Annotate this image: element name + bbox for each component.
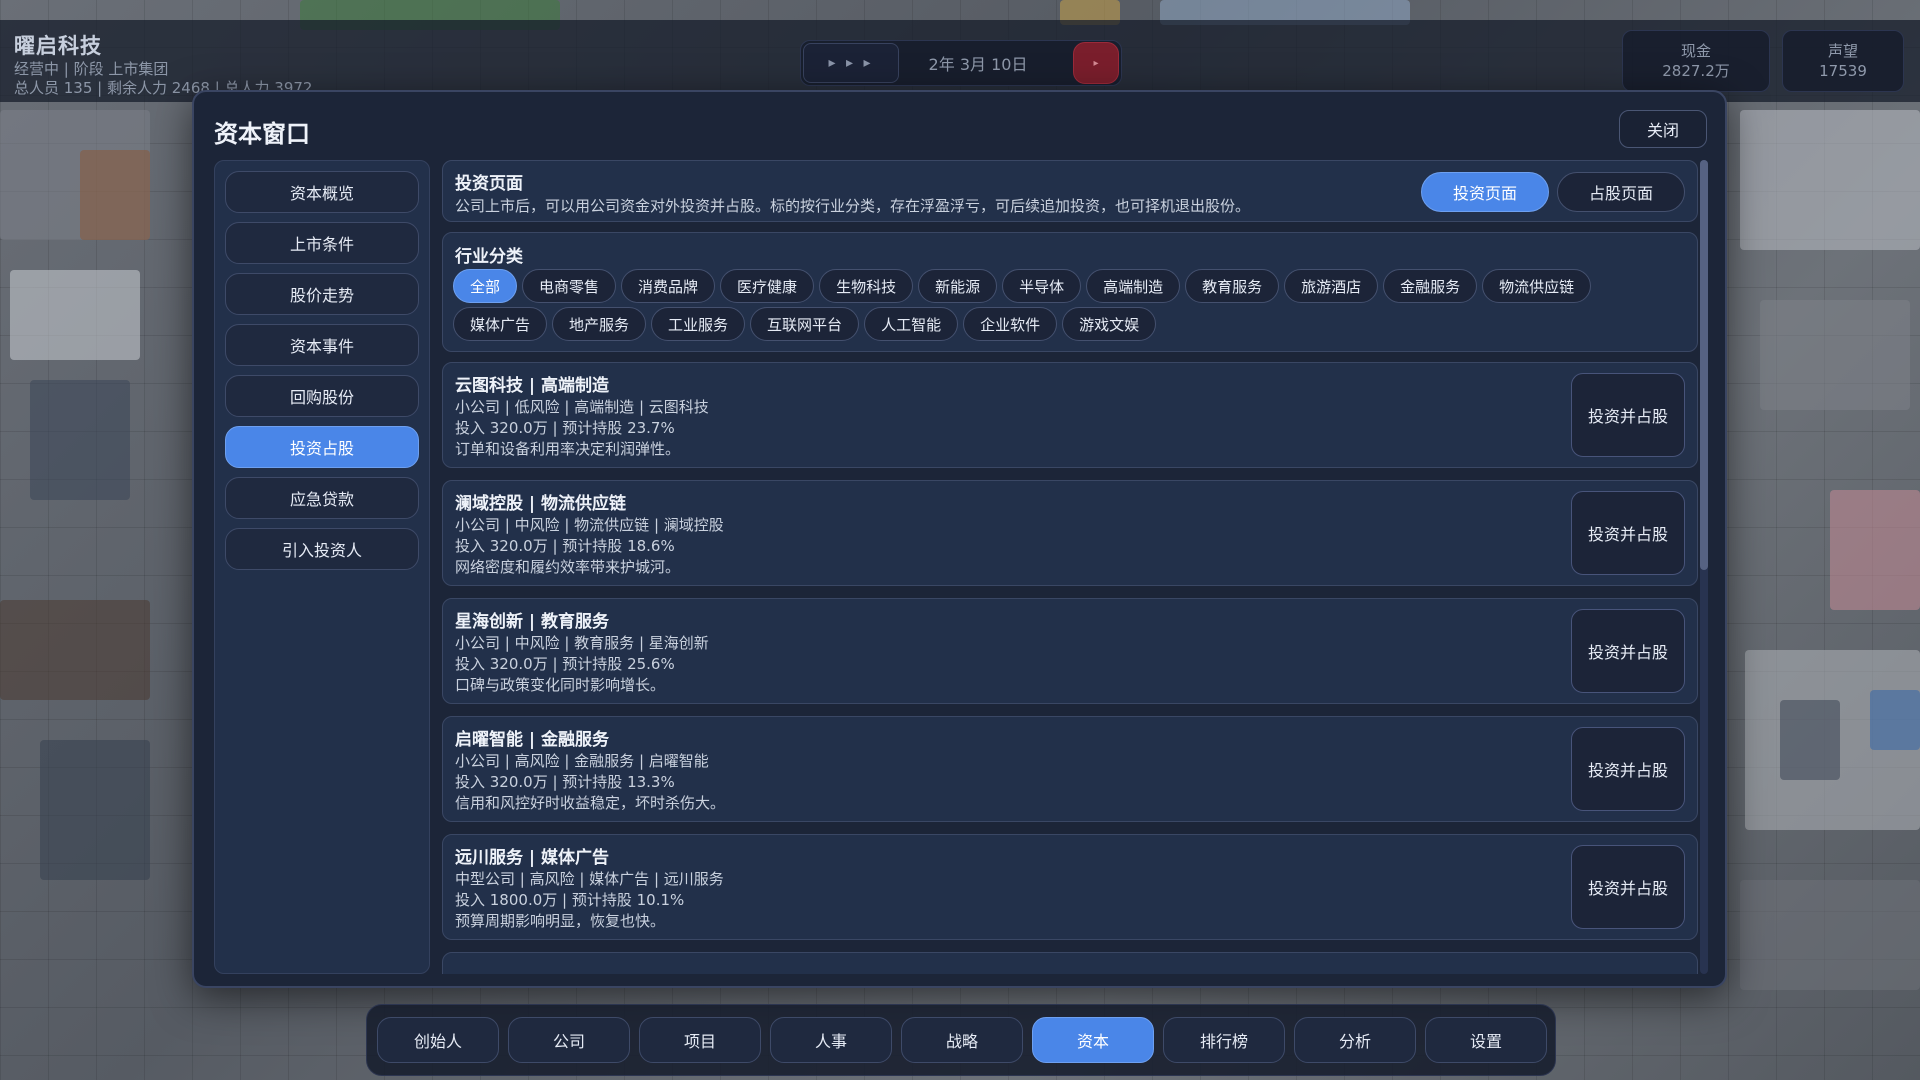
industry-chip[interactable]: 媒体广告: [453, 307, 548, 341]
investment-meta: 小公司 | 低风险 | 高端制造 | 云图科技: [455, 398, 709, 416]
company-status: 经营中 | 阶段 上市集团: [14, 60, 169, 78]
investment-title: 星海创新 | 教育服务: [455, 612, 610, 632]
nav-projects[interactable]: 项目: [639, 1017, 761, 1063]
content-scrollbar[interactable]: [1700, 160, 1708, 974]
investment-card: 澜域控股 | 物流供应链 小公司 | 中风险 | 物流供应链 | 澜域控股 投入…: [442, 480, 1698, 586]
investment-content[interactable]: 投资页面 公司上市后，可以用公司资金对外投资并占股。标的按行业分类，存在浮盈浮亏…: [442, 160, 1700, 974]
investment-note: 口碑与政策变化同时影响增长。: [455, 676, 666, 694]
nav-company[interactable]: 公司: [508, 1017, 630, 1063]
company-info: 曜启科技 经营中 | 阶段 上市集团 总人员 135 | 剩余人力 2468 |…: [14, 30, 312, 98]
investment-meta: 小公司 | 中风险 | 物流供应链 | 澜域控股: [455, 516, 724, 534]
industry-chip[interactable]: 医疗健康: [720, 269, 815, 303]
investment-meta: 小公司 | 中风险 | 教育服务 | 星海创新: [455, 634, 709, 652]
cash-value: 2827.2万: [1662, 62, 1730, 80]
play-icon: ▸: [1093, 57, 1099, 69]
reputation-label: 声望: [1827, 42, 1858, 60]
speed-button[interactable]: ▸ ▸ ▸: [803, 43, 899, 83]
investment-meta: 小公司 | 高风险 | 金融服务 | 启曜智能: [455, 752, 709, 770]
investment-card: 远川服务 | 媒体广告 中型公司 | 高风险 | 媒体广告 | 远川服务 投入 …: [442, 834, 1698, 940]
reputation-stat: 声望 17539: [1782, 30, 1904, 92]
modal-title: 资本窗口: [214, 120, 310, 148]
investment-card: 启曜智能 | 金融服务 小公司 | 高风险 | 金融服务 | 启曜智能 投入 3…: [442, 716, 1698, 822]
industry-title: 行业分类: [455, 247, 523, 267]
industry-chip[interactable]: 新能源: [918, 269, 998, 303]
industry-chip[interactable]: 电商零售: [522, 269, 617, 303]
nav-leaderboard[interactable]: 排行榜: [1163, 1017, 1285, 1063]
industry-chip[interactable]: 物流供应链: [1482, 269, 1592, 303]
play-pause-button[interactable]: ▸: [1073, 42, 1119, 84]
bottom-nav: 创始人 公司 项目 人事 战略 资本 排行榜 分析 设置: [366, 1004, 1556, 1076]
investment-note: 信用和风控好时收益稳定，坏时杀伤大。: [455, 794, 726, 812]
investment-stake: 投入 1800.0万 | 预计持股 10.1%: [455, 891, 685, 909]
investment-stake: 投入 320.0万 | 预计持股 23.7%: [455, 419, 675, 437]
industry-chip[interactable]: 金融服务: [1383, 269, 1478, 303]
industry-chip[interactable]: 生物科技: [819, 269, 914, 303]
investment-description: 公司上市后，可以用公司资金对外投资并占股。标的按行业分类，存在浮盈浮亏，可后续追…: [455, 197, 1251, 215]
industry-chip[interactable]: 消费品牌: [621, 269, 716, 303]
investment-note: 订单和设备利用率决定利润弹性。: [455, 440, 681, 458]
investment-stake: 投入 320.0万 | 预计持股 18.6%: [455, 537, 675, 555]
nav-founder[interactable]: 创始人: [377, 1017, 499, 1063]
time-controls: ▸ ▸ ▸ 2年 3月 10日 ▸: [800, 40, 1122, 86]
industry-chip[interactable]: 全部: [453, 269, 518, 303]
industry-chip-row: 全部 电商零售 消费品牌 医疗健康 生物科技 新能源 半导体 高端制造 教育服务 旅游酒店 金融服务…: [453, 269, 1689, 303]
industry-chip[interactable]: 工业服务: [651, 307, 746, 341]
cash-stat: 现金 2827.2万: [1622, 30, 1770, 92]
invest-button[interactable]: 投资并占股: [1571, 609, 1685, 693]
nav-hr[interactable]: 人事: [770, 1017, 892, 1063]
investment-title: 远川服务 | 媒体广告: [455, 848, 610, 868]
tab-holdings-page[interactable]: 占股页面: [1557, 172, 1685, 212]
invest-button[interactable]: 投资并占股: [1571, 491, 1685, 575]
industry-chip[interactable]: 互联网平台: [750, 307, 860, 341]
industry-chip-row: 媒体广告 地产服务 工业服务 互联网平台 人工智能 企业软件 游戏文娱: [453, 307, 1689, 341]
close-button[interactable]: 关闭: [1619, 110, 1707, 148]
nav-capital[interactable]: 资本: [1032, 1017, 1154, 1063]
invest-button[interactable]: 投资并占股: [1571, 727, 1685, 811]
investment-title: 云图科技 | 高端制造: [455, 376, 610, 396]
industry-chip[interactable]: 游戏文娱: [1062, 307, 1157, 341]
company-name: 曜启科技: [14, 34, 102, 58]
investment-title: 启曜智能 | 金融服务: [455, 730, 610, 750]
sidebar-item-investment[interactable]: 投资占股: [225, 426, 419, 468]
capital-sidebar: 资本概览 上市条件 股价走势 资本事件 回购股份 投资占股 应急贷款 引入投资人: [214, 160, 430, 974]
capital-window: 资本窗口 关闭 资本概览 上市条件 股价走势 资本事件 回购股份 投资占股 应急…: [192, 90, 1727, 988]
investment-stake: 投入 320.0万 | 预计持股 25.6%: [455, 655, 675, 673]
industry-chip[interactable]: 高端制造: [1086, 269, 1181, 303]
sidebar-item-overview[interactable]: 资本概览: [225, 171, 419, 213]
investment-note: 网络密度和履约效率带来护城河。: [455, 558, 681, 576]
investment-stake: 投入 320.0万 | 预计持股 13.3%: [455, 773, 675, 791]
sidebar-item-stock-trend[interactable]: 股价走势: [225, 273, 419, 315]
industry-filter-card: 行业分类 全部 电商零售 消费品牌 医疗健康 生物科技 新能源 半导体 高端制造 教育服务 旅游酒…: [442, 232, 1698, 352]
sidebar-item-investors[interactable]: 引入投资人: [225, 528, 419, 570]
investment-note: 预算周期影响明显，恢复也快。: [455, 912, 666, 930]
industry-chip[interactable]: 教育服务: [1185, 269, 1280, 303]
industry-chip[interactable]: 企业软件: [963, 307, 1058, 341]
invest-button[interactable]: 投资并占股: [1571, 373, 1685, 457]
game-date: 2年 3月 10日: [928, 55, 1028, 74]
industry-chip[interactable]: 人工智能: [864, 307, 959, 341]
investment-card: 星海创新 | 教育服务 小公司 | 中风险 | 教育服务 | 星海创新 投入 3…: [442, 598, 1698, 704]
reputation-value: 17539: [1819, 62, 1867, 80]
nav-strategy[interactable]: 战略: [901, 1017, 1023, 1063]
sidebar-item-listing-conditions[interactable]: 上市条件: [225, 222, 419, 264]
investment-meta: 中型公司 | 高风险 | 媒体广告 | 远川服务: [455, 870, 724, 888]
scrollbar-thumb[interactable]: [1700, 160, 1708, 570]
investment-card-partial: [442, 952, 1698, 974]
tab-investment-page[interactable]: 投资页面: [1421, 172, 1549, 212]
industry-chip[interactable]: 半导体: [1002, 269, 1082, 303]
investment-page-title: 投资页面: [455, 174, 523, 194]
industry-chip[interactable]: 旅游酒店: [1284, 269, 1379, 303]
nav-analysis[interactable]: 分析: [1294, 1017, 1416, 1063]
sidebar-item-emergency-loan[interactable]: 应急贷款: [225, 477, 419, 519]
invest-button[interactable]: 投资并占股: [1571, 845, 1685, 929]
nav-settings[interactable]: 设置: [1425, 1017, 1547, 1063]
industry-chip[interactable]: 地产服务: [552, 307, 647, 341]
investment-title: 澜域控股 | 物流供应链: [455, 494, 627, 514]
cash-label: 现金: [1680, 42, 1711, 60]
investment-header-card: 投资页面 公司上市后，可以用公司资金对外投资并占股。标的按行业分类，存在浮盈浮亏…: [442, 160, 1698, 222]
sidebar-item-capital-events[interactable]: 资本事件: [225, 324, 419, 366]
sidebar-item-buyback[interactable]: 回购股份: [225, 375, 419, 417]
industry-chips: 全部 电商零售 消费品牌 医疗健康 生物科技 新能源 半导体 高端制造 教育服务 旅游酒店 金融服务…: [453, 269, 1689, 345]
investment-card: 云图科技 | 高端制造 小公司 | 低风险 | 高端制造 | 云图科技 投入 3…: [442, 362, 1698, 468]
